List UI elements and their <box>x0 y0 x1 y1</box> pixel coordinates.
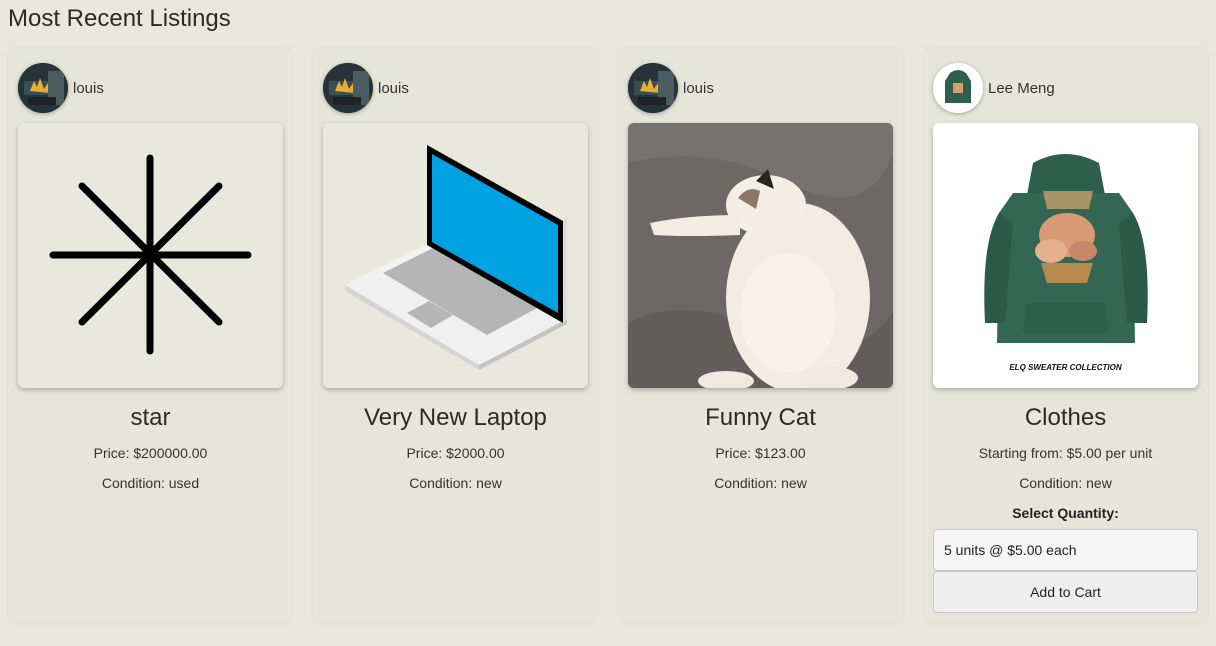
listing-title[interactable]: Funny Cat <box>618 404 903 432</box>
listing-card: Lee Meng ELQ SWEATER COLLECTION Clothes … <box>923 47 1208 623</box>
seller-info[interactable]: Lee Meng <box>933 63 1055 113</box>
seller-info[interactable]: louis <box>18 63 104 113</box>
seller-name[interactable]: louis <box>683 80 714 97</box>
listing-card: louis star Price: $200000.00 Condition: … <box>8 47 293 623</box>
listing-condition: Condition: new <box>1019 475 1112 491</box>
image-caption: ELQ SWEATER COLLECTION <box>1009 363 1122 372</box>
hoodie-image <box>933 123 1198 388</box>
quantity-select[interactable]: 5 units @ $5.00 each <box>933 529 1198 571</box>
listing-title[interactable]: Clothes <box>923 404 1208 432</box>
listings-grid: louis star Price: $200000.00 Condition: … <box>8 47 1208 623</box>
seller-name[interactable]: Lee Meng <box>988 80 1055 97</box>
listing-image[interactable] <box>323 123 588 388</box>
seller-avatar[interactable] <box>628 63 678 113</box>
listing-condition: Condition: used <box>101 475 200 491</box>
page-title: Most Recent Listings <box>8 5 231 32</box>
quantity-label: Select Quantity: <box>1012 505 1119 521</box>
listing-image[interactable] <box>18 123 283 388</box>
listing-image[interactable] <box>628 123 893 388</box>
seller-avatar[interactable] <box>18 63 68 113</box>
seller-avatar[interactable] <box>323 63 373 113</box>
avatar-image <box>18 63 68 113</box>
avatar-image <box>933 63 983 113</box>
listing-condition: Condition: new <box>409 475 502 491</box>
listing-condition: Condition: new <box>714 475 807 491</box>
listing-card: louis Funny Cat Price: $123.00 Condition… <box>618 47 903 623</box>
listing-title[interactable]: star <box>8 404 293 432</box>
seller-avatar[interactable] <box>933 63 983 113</box>
listing-title[interactable]: Very New Laptop <box>313 404 598 432</box>
listing-card: louis Very New Laptop Price: $2000.00 Co… <box>313 47 598 623</box>
seller-name[interactable]: louis <box>73 80 104 97</box>
listing-price: Price: $123.00 <box>715 445 806 461</box>
seller-name[interactable]: louis <box>378 80 409 97</box>
add-to-cart-button[interactable]: Add to Cart <box>933 571 1198 613</box>
listing-image[interactable]: ELQ SWEATER COLLECTION <box>933 123 1198 388</box>
avatar-image <box>628 63 678 113</box>
laptop-image <box>323 123 588 388</box>
seller-info[interactable]: louis <box>628 63 714 113</box>
seller-info[interactable]: louis <box>323 63 409 113</box>
avatar-image <box>323 63 373 113</box>
listing-price: Price: $200000.00 <box>93 445 208 461</box>
listing-price: Price: $2000.00 <box>406 445 505 461</box>
listing-price: Starting from: $5.00 per unit <box>978 445 1153 461</box>
cat-image <box>628 123 893 388</box>
star-image <box>18 123 283 388</box>
